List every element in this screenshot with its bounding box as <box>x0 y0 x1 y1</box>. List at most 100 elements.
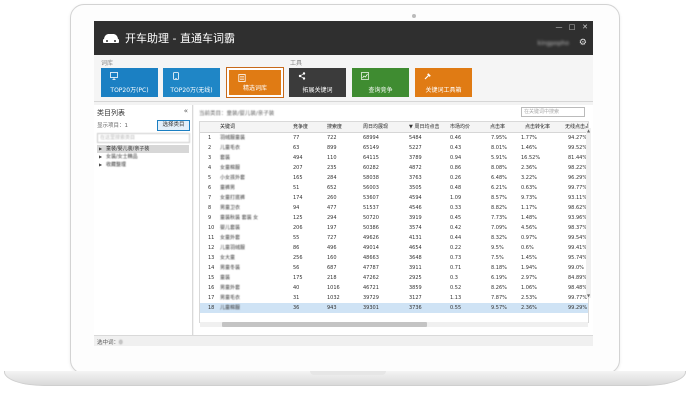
row-number: 16 <box>208 285 215 291</box>
scroll-down-icon[interactable]: ▼ <box>586 293 591 298</box>
column-header[interactable]: 点击率 <box>490 122 505 132</box>
horizontal-scrollbar[interactable] <box>200 322 588 327</box>
table-cell: 99.54% <box>568 235 588 241</box>
keyword-cell: 男童外套 <box>220 285 241 291</box>
column-header[interactable]: 竞争度 <box>293 122 308 132</box>
column-header[interactable]: 关键词 <box>220 122 235 132</box>
close-button[interactable]: ✕ <box>581 23 589 31</box>
table-cell: 652 <box>327 185 337 191</box>
column-header[interactable]: 市场均价 <box>450 122 470 132</box>
table-row[interactable]: 1 羽绒服童装 77 722 68994 5484 0.46 7.95% 1.77% 94.27% <box>200 133 588 143</box>
title-bar: 开车助理 - 直通车词霸 — □ ✕ kingpopho ⚙ <box>94 21 593 55</box>
table-cell: 39301 <box>363 305 379 311</box>
table-cell: 0.63% <box>521 185 537 191</box>
expand-arrow-icon[interactable]: ▶ <box>99 145 102 153</box>
table-row[interactable]: 15 童装 175 218 47262 2925 0.3 6.19% 2.97% 84.89% <box>200 273 588 283</box>
expand-arrow-icon[interactable]: ▶ <box>99 153 102 161</box>
table-cell: 0.33 <box>450 205 462 211</box>
table-cell: 1.94% <box>521 265 537 271</box>
table-cell: 174 <box>293 195 303 201</box>
table-row[interactable]: 7 女童打底裤 174 260 53607 4594 1.09 8.57% 9.73% 93.11… <box>200 193 588 203</box>
column-header[interactable]: ▼ 周日均点击 <box>409 122 439 132</box>
table-row[interactable]: 10 婴儿套装 206 197 50386 3574 0.42 7.09% 4.56% 98.37… <box>200 223 588 233</box>
table-row[interactable]: 16 男童外套 40 1016 46721 3859 0.52 8.26% 1.06% 98.48… <box>200 283 588 293</box>
table-cell: 31 <box>293 295 300 301</box>
table-cell: 2.36% <box>521 165 537 171</box>
column-header[interactable]: 搜索度 <box>327 122 342 132</box>
table-cell: 0.73 <box>450 255 462 261</box>
table-row[interactable]: 12 儿童羽绒服 86 496 49014 4654 0.22 9.5% 0.6% 99.41% <box>200 243 588 253</box>
row-number: 8 <box>208 205 212 211</box>
column-header[interactable]: 点击转化率 <box>525 122 550 132</box>
category-count: 显示项目：1 <box>97 123 128 129</box>
table-cell: 0.52 <box>450 285 462 291</box>
keyword-search-input[interactable]: 在关键词中搜索 <box>521 107 585 117</box>
minimize-button[interactable]: — <box>555 23 563 31</box>
table-cell: 95.74% <box>568 255 588 261</box>
table-cell: 93.11% <box>568 195 588 201</box>
table-cell: 8.26% <box>491 285 507 291</box>
curated-library-button[interactable]: 精选词库 <box>226 67 284 98</box>
table-cell: 84.89% <box>568 275 588 281</box>
table-row[interactable]: 9 童装秋装 套装 女 125 294 50720 3919 0.45 7.73% 1.48% 9… <box>200 213 588 223</box>
table-cell: 727 <box>327 235 337 241</box>
row-number: 12 <box>208 245 215 251</box>
table-row[interactable]: 2 儿童毛衣 63 899 65149 5227 0.43 8.01% 1.46% 99.52% <box>200 143 588 153</box>
table-row[interactable]: 4 女童棉服 207 235 60282 4872 0.86 8.08% 2.36% 98.22% <box>200 163 588 173</box>
row-number: 15 <box>208 275 215 281</box>
mobile-icon <box>173 72 179 80</box>
table-row[interactable]: 14 男童冬装 56 687 47787 3911 0.71 8.18% 1.94% 99.0% <box>200 263 588 273</box>
horizontal-scroll-thumb[interactable] <box>222 322 427 327</box>
tree-item[interactable]: ▶ 童装/婴儿装/亲子装 <box>97 145 189 153</box>
table-cell: 3648 <box>409 255 422 261</box>
row-number: 4 <box>208 165 212 171</box>
table-cell: 160 <box>327 255 337 261</box>
current-category-path: 当前类目：童装/婴儿装/亲子装 <box>199 111 275 117</box>
table-row[interactable]: 11 女童外套 55 727 49626 4131 0.44 8.32% 0.97% 99.54% <box>200 233 588 243</box>
table-cell: 55 <box>293 235 300 241</box>
car-logo-icon <box>103 34 119 43</box>
group-label-library: 词库 <box>101 60 114 67</box>
category-panel: 类目列表 « 显示项目：1 选择类目 在这里搜索类目 ▶ 童装/婴儿装/亲子装 … <box>94 105 193 335</box>
table-cell: 0.26 <box>450 175 462 181</box>
table-cell: 98.22% <box>568 165 588 171</box>
column-header[interactable]: 周日均展现 <box>363 122 388 132</box>
keyword-cell: 儿童棉服 <box>220 305 241 311</box>
expand-keywords-button[interactable]: 拓展关键词 <box>289 68 346 97</box>
table-cell: 99.41% <box>568 245 588 251</box>
table-cell: 4654 <box>409 245 422 251</box>
table-cell: 6.48% <box>491 175 507 181</box>
table-cell: 0.86 <box>450 165 462 171</box>
collapse-icon[interactable]: « <box>184 107 188 115</box>
select-category-button[interactable]: 选择类目 <box>157 120 190 131</box>
table-row[interactable]: 13 女大童 256 160 48663 3648 0.73 7.5% 1.45% 95.74% <box>200 253 588 263</box>
table-cell: 16.52% <box>521 155 541 161</box>
table-cell: 0.46 <box>450 135 462 141</box>
tree-item[interactable]: ▶ 收藏整理 <box>97 161 189 169</box>
top20-pc-button[interactable]: TOP20万(PC) <box>101 68 158 97</box>
vertical-scrollbar[interactable]: ▲ ▼ <box>586 128 591 298</box>
table-row[interactable]: 5 小女孩外套 165 284 58038 3763 0.26 6.48% 3.22% 96.29… <box>200 173 588 183</box>
table-row[interactable]: 17 男童毛衣 31 1032 39729 3127 1.13 7.87% 2.53% 99.77… <box>200 293 588 303</box>
table-cell: 1016 <box>327 285 340 291</box>
window-controls: — □ ✕ <box>555 23 589 31</box>
category-search-input[interactable]: 在这里搜索类目 <box>97 133 190 143</box>
maximize-button[interactable]: □ <box>568 23 576 31</box>
expand-arrow-icon[interactable]: ▶ <box>99 161 102 169</box>
tree-item[interactable]: ▶ 女装/女士精品 <box>97 153 189 161</box>
keyword-table: 关键词竞争度搜索度周日均展现▼ 周日均点击市场均价点击率点击转化率无线点击占比1… <box>199 121 589 323</box>
keyword-toolbox-button[interactable]: 关键词工具箱 <box>415 68 472 97</box>
top20-wireless-button[interactable]: TOP20万(无线) <box>163 68 220 97</box>
table-cell: 687 <box>327 265 337 271</box>
username[interactable]: kingpopho <box>537 40 569 47</box>
table-row[interactable]: 18 儿童棉服 36 943 39301 3736 0.55 9.57% 2.36% 99.29% <box>200 303 588 313</box>
table-row[interactable]: 8 男童卫衣 94 477 51537 4546 0.33 8.82% 1.17% 98.62% <box>200 203 588 213</box>
row-number: 18 <box>208 305 215 311</box>
table-cell: 899 <box>327 145 337 151</box>
scroll-up-icon[interactable]: ▲ <box>586 128 591 133</box>
gear-icon[interactable]: ⚙ <box>579 38 587 48</box>
table-row[interactable]: 3 套装 494 110 64115 3789 0.94 5.91% 16.52% 81.44% <box>200 153 588 163</box>
table-cell: 6.21% <box>491 185 507 191</box>
query-competition-button[interactable]: 查询竞争 <box>352 68 409 97</box>
table-row[interactable]: 6 童裤男 51 652 56003 3505 0.48 6.21% 0.63% 99.77% <box>200 183 588 193</box>
